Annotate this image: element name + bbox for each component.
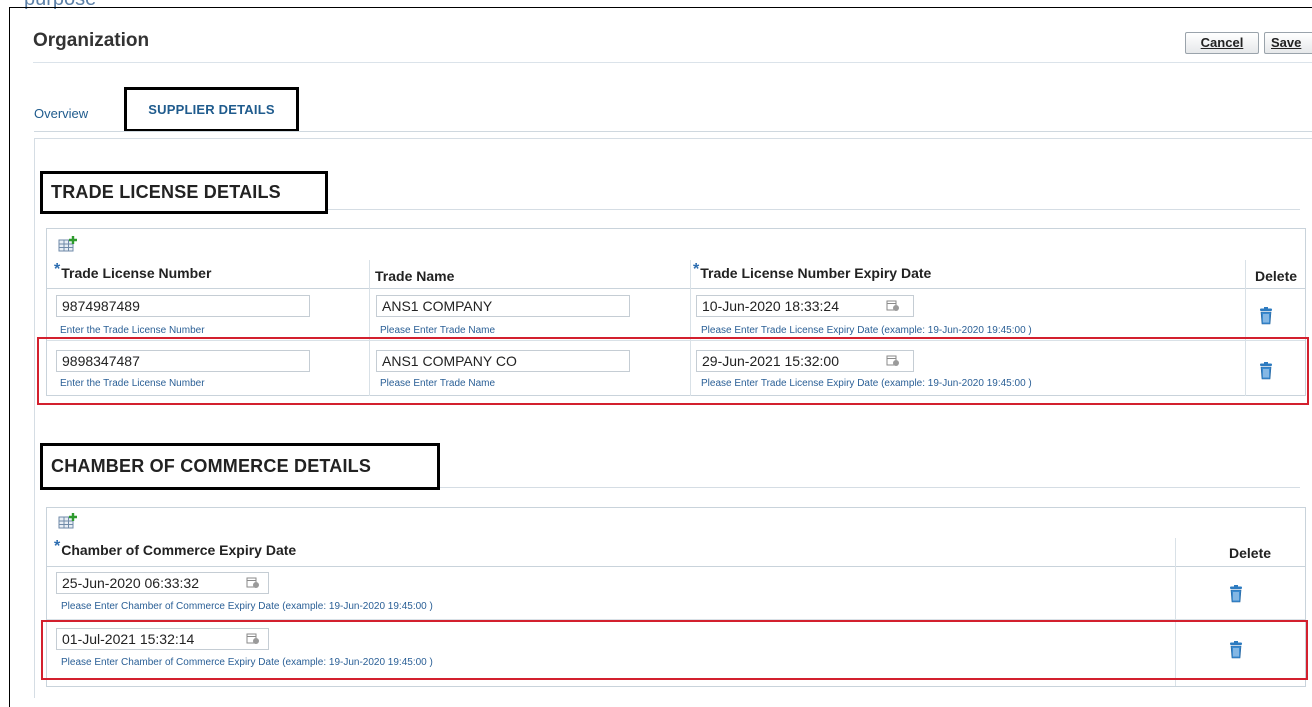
delete-trash-icon[interactable] — [1229, 585, 1243, 603]
required-asterisk: * — [54, 261, 61, 278]
cancel-button[interactable]: Cancel — [1185, 32, 1259, 54]
trade-license-expiry-hint: Please Enter Trade License Expiry Date (… — [701, 325, 1032, 336]
col-trade-license-number: *Trade License Number — [54, 261, 212, 283]
chamber-expiry-hint: Please Enter Chamber of Commerce Expiry … — [61, 601, 433, 612]
tab-supplier-details-label: SUPPLIER DETAILS — [148, 102, 275, 117]
col-chamber-expiry: *Chamber of Commerce Expiry Date — [54, 538, 297, 560]
trade-name-field[interactable]: ANS1 COMPANY — [376, 295, 630, 317]
page-title: Organization — [33, 30, 150, 51]
col-chamber-expiry-label: Chamber of Commerce Expiry Date — [61, 542, 297, 558]
trade-license-heading-rule — [328, 209, 1300, 210]
highlight-box — [37, 337, 1309, 405]
calendar-icon[interactable] — [886, 299, 900, 312]
delete-trash-icon[interactable] — [1259, 307, 1273, 325]
chamber-heading: CHAMBER OF COMMERCE DETAILS — [40, 443, 440, 490]
col-trade-license-number-label: Trade License Number — [61, 265, 212, 281]
header-rule — [47, 288, 1305, 289]
trade-name-hint: Please Enter Trade Name — [380, 325, 496, 336]
chamber-expiry-field[interactable]: 25-Jun-2020 06:33:32 — [56, 572, 269, 594]
tab-overview[interactable]: Overview — [34, 106, 88, 121]
trade-license-number-field[interactable]: 9874987489 — [56, 295, 310, 317]
chamber-heading-rule — [440, 487, 1300, 488]
col-trade-name: Trade Name — [375, 268, 455, 284]
trade-license-number-hint: Enter the Trade License Number — [60, 325, 205, 336]
col-delete: Delete — [1255, 268, 1298, 284]
save-button[interactable]: Save — [1264, 32, 1312, 54]
tab-supplier-details[interactable]: SUPPLIER DETAILS — [124, 87, 299, 132]
calendar-icon[interactable] — [246, 576, 260, 589]
required-asterisk: * — [54, 538, 61, 555]
col-trade-license-expiry: *Trade License Number Expiry Date — [693, 261, 932, 283]
add-row-icon[interactable] — [58, 512, 80, 530]
header-rule — [47, 566, 1305, 567]
tab-bar-divider — [34, 131, 1312, 132]
trade-license-expiry-field[interactable]: 10-Jun-2020 18:33:24 — [696, 295, 914, 317]
trade-license-heading: TRADE LICENSE DETAILS — [40, 171, 328, 214]
col-trade-license-expiry-label: Trade License Number Expiry Date — [700, 265, 932, 281]
trade-license-heading-text: TRADE LICENSE DETAILS — [51, 182, 281, 202]
required-asterisk: * — [693, 261, 700, 278]
col-delete: Delete — [1229, 545, 1272, 561]
chamber-heading-text: CHAMBER OF COMMERCE DETAILS — [51, 456, 372, 476]
highlight-box — [41, 620, 1308, 680]
add-row-icon[interactable] — [58, 235, 80, 253]
title-divider — [33, 62, 1312, 63]
